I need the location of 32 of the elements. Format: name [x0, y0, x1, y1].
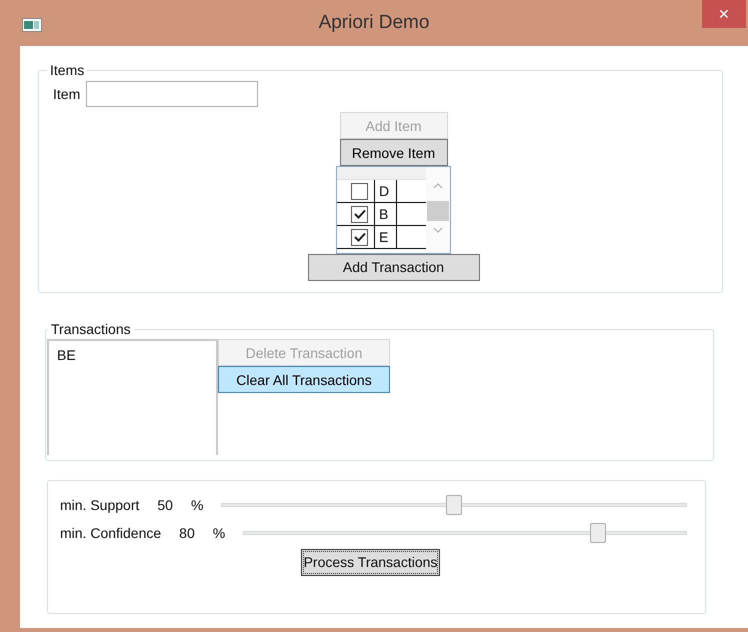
list-item[interactable]: BE	[57, 345, 216, 366]
scroll-down-icon[interactable]	[433, 225, 443, 235]
check-icon	[354, 209, 366, 219]
item-field[interactable]	[86, 81, 258, 107]
checkbox[interactable]	[351, 206, 368, 222]
scroll-up-icon[interactable]	[433, 181, 443, 191]
button[interactable]: Clear All Transactions	[218, 366, 390, 393]
slider-label: min. Confidence	[60, 524, 162, 542]
app-icon	[22, 18, 42, 32]
add-transaction-button[interactable]: Add Transaction	[308, 254, 480, 281]
slider-value: 80	[179, 524, 195, 542]
scroll-thumb[interactable]	[427, 201, 449, 221]
check-icon	[354, 232, 366, 242]
slider-value: 50	[157, 496, 173, 514]
item-label: Item	[53, 84, 80, 104]
grid-cell: E	[375, 226, 397, 248]
window-title: Apriori Demo	[318, 10, 430, 35]
slider-thumb[interactable]	[446, 495, 462, 515]
slider-label: min. Support	[60, 496, 140, 515]
checkbox[interactable]	[351, 228, 368, 246]
unit-label: %	[212, 524, 226, 542]
checkbox[interactable]	[351, 182, 368, 200]
scrollbar[interactable]	[426, 167, 450, 253]
grid-cell: D	[375, 180, 397, 202]
slider-track[interactable]	[243, 522, 687, 544]
close-button[interactable]: ✕	[702, 0, 746, 28]
grid-cell: B	[375, 203, 397, 225]
slider-thumb[interactable]	[590, 523, 606, 543]
button[interactable]: Remove Item	[340, 139, 448, 166]
unit-label: %	[190, 496, 204, 514]
slider-track[interactable]	[221, 494, 687, 516]
process-button[interactable]: Process Transactions	[300, 549, 440, 576]
